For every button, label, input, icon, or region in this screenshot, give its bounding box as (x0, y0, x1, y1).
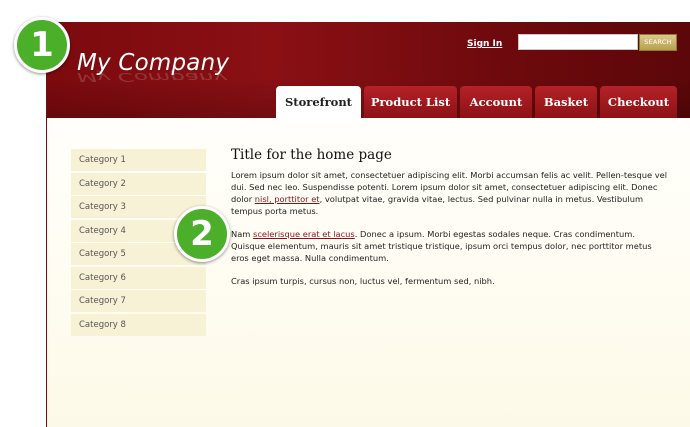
main-content: Title for the home page Lorem ipsum dolo… (231, 147, 671, 298)
company-logo-reflection: My Company (77, 69, 228, 84)
sidebar-item-category-6[interactable]: Category 6 (71, 266, 206, 289)
paragraph-2-text-a: Nam (231, 229, 254, 239)
tab-product-list[interactable]: Product List (364, 86, 457, 118)
search-button[interactable]: SEARCH (639, 34, 677, 51)
tab-account[interactable]: Account (460, 86, 532, 118)
paragraph-2: Nam scelerisque erat et lacus. Donec a i… (231, 228, 671, 264)
paragraph-2-link[interactable]: scelerisque erat et lacus (253, 229, 355, 239)
page-title: Title for the home page (231, 147, 392, 163)
header-banner: My Company My Company Sign In SEARCH Sto… (47, 22, 690, 120)
paragraph-1: Lorem ipsum dolor sit amet, consectetuer… (231, 169, 671, 217)
tab-checkout[interactable]: Checkout (600, 86, 677, 118)
tab-basket[interactable]: Basket (535, 86, 597, 118)
sidebar-item-category-2[interactable]: Category 2 (71, 172, 206, 195)
annotation-badge-2: 2 (174, 206, 230, 262)
sidebar-item-category-8[interactable]: Category 8 (71, 313, 206, 336)
paragraph-3: Cras ipsum turpis, cursus non, luctus ve… (231, 276, 495, 286)
sidebar-item-category-1[interactable]: Category 1 (71, 149, 206, 171)
sidebar-item-category-7[interactable]: Category 7 (71, 290, 206, 312)
paragraph-1-link[interactable]: nisl, porttitor et (255, 194, 320, 204)
tab-storefront[interactable]: Storefront (276, 86, 361, 120)
annotation-badge-1: 1 (14, 17, 70, 73)
page: My Company My Company Sign In SEARCH Sto… (46, 22, 690, 427)
sign-in-link[interactable]: Sign In (467, 39, 502, 49)
search-input[interactable] (518, 34, 638, 50)
